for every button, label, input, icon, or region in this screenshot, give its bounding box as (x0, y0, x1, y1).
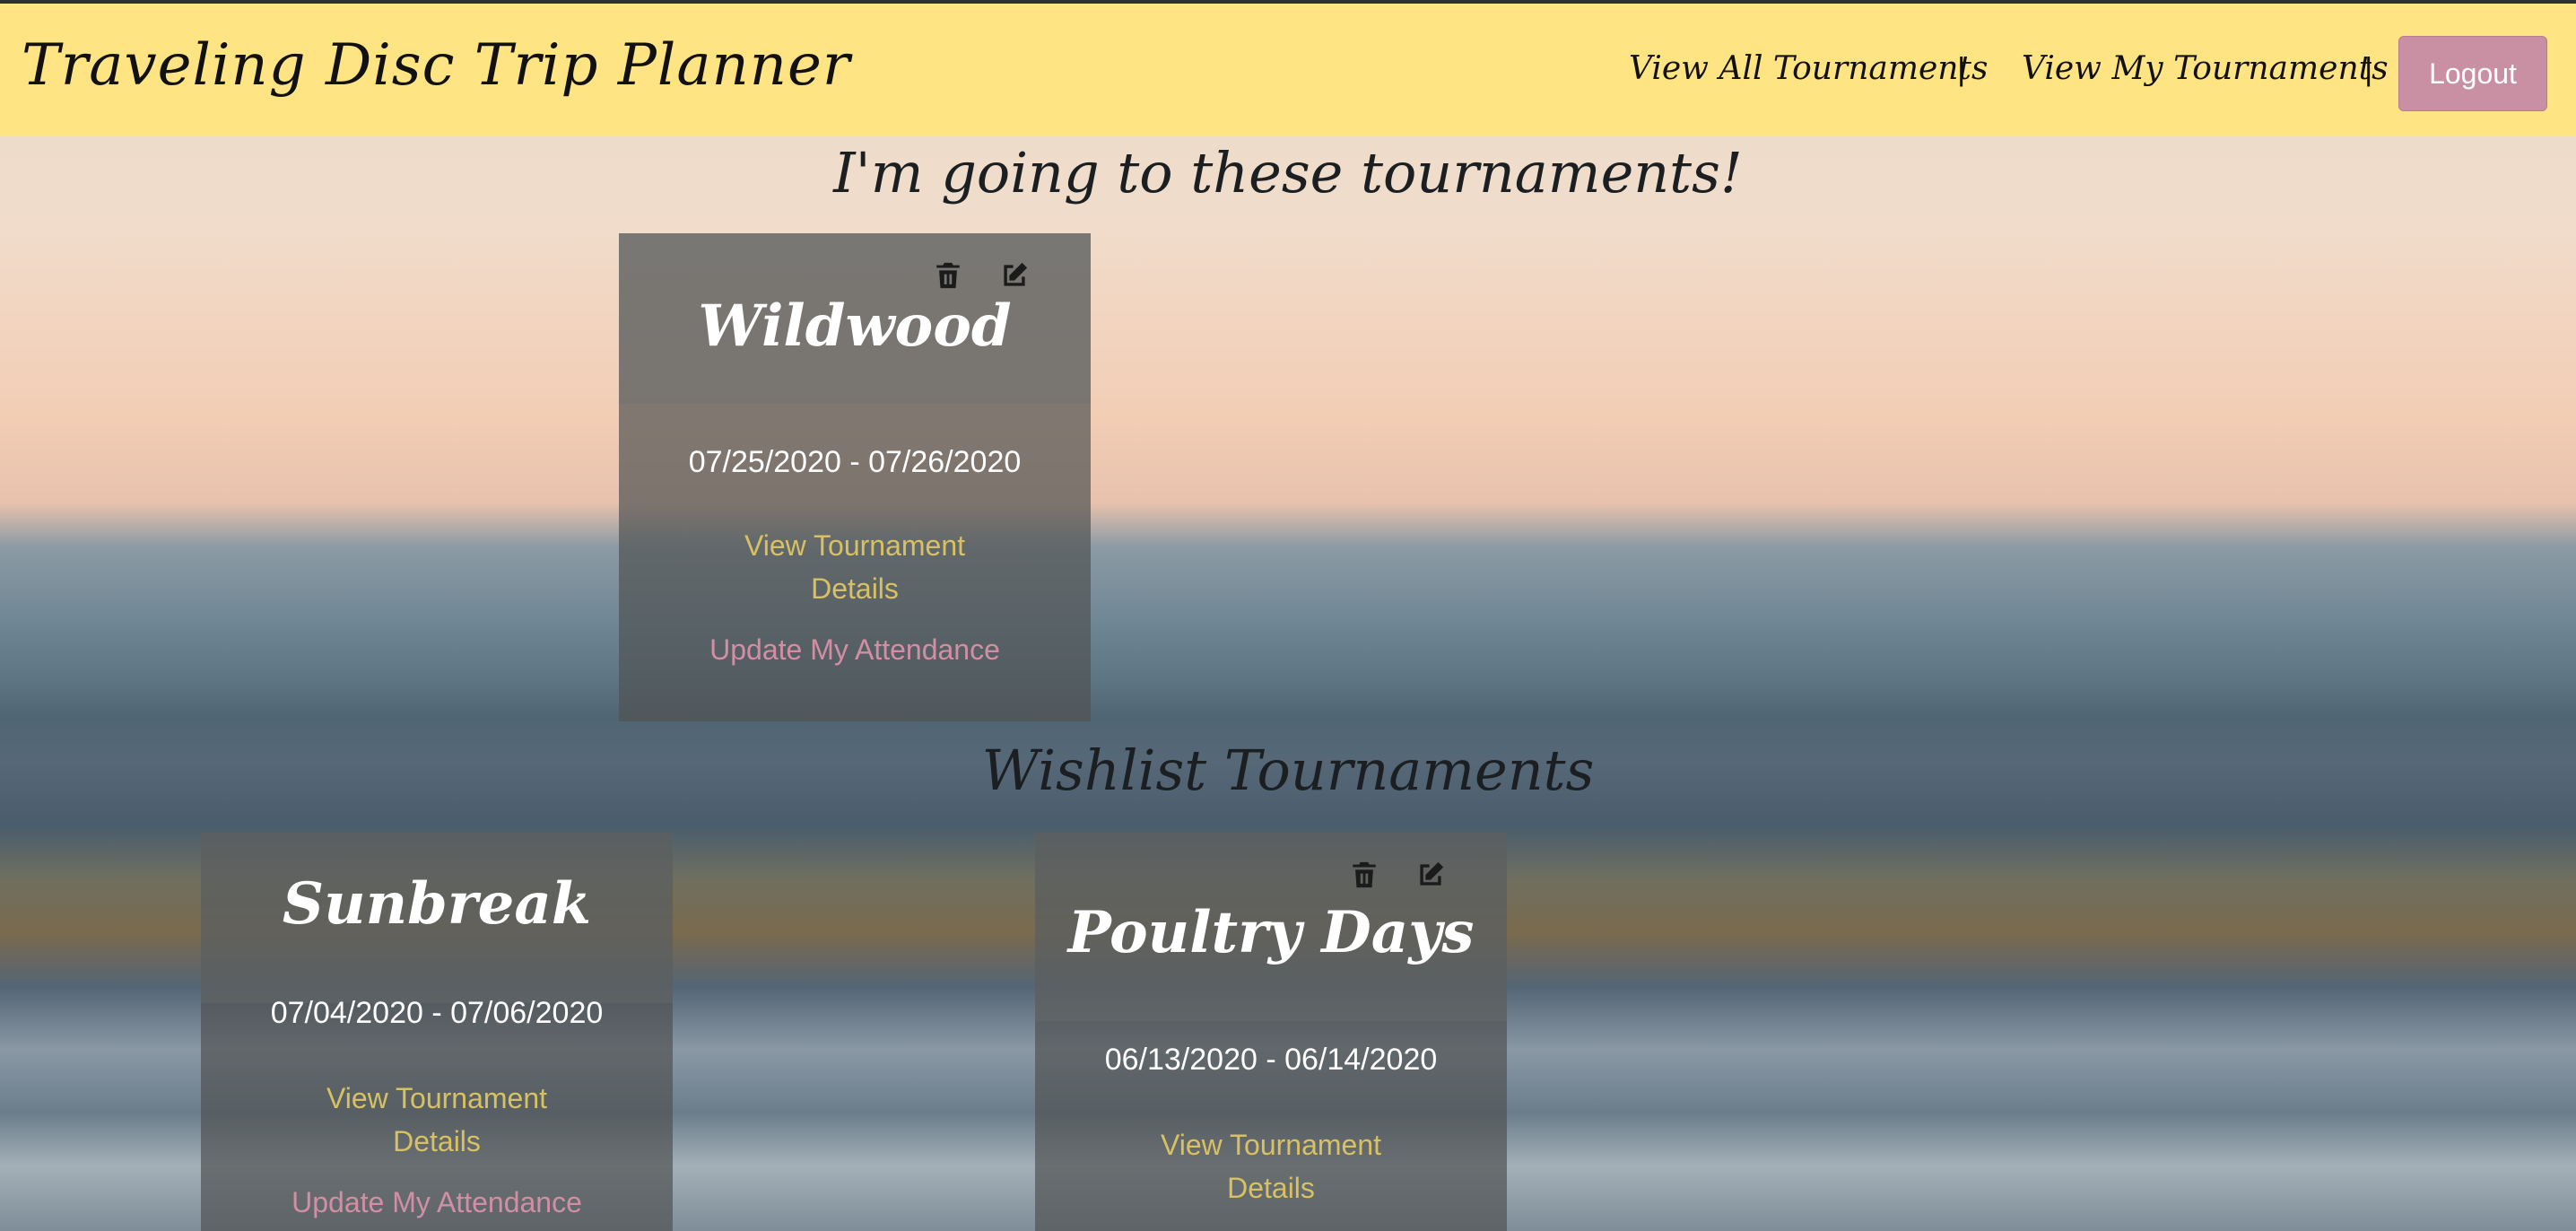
tournament-name: Sunbreak (282, 870, 592, 938)
tournament-name: Wildwood (698, 292, 1012, 360)
logout-button[interactable]: Logout (2398, 36, 2547, 111)
trash-icon[interactable] (933, 260, 963, 291)
view-tournament-details-link[interactable]: View Tournament Details (1136, 1123, 1405, 1209)
tournament-card-wildwood: Wildwood 07/25/2020 - 07/26/2020 View To… (619, 233, 1091, 721)
edit-icon[interactable] (1415, 860, 1446, 890)
card-header: Wildwood (619, 233, 1091, 404)
wishlist-section-title: Wishlist Tournaments (981, 738, 1595, 803)
update-attendance-link[interactable]: Update My Attendance (201, 1186, 673, 1219)
tournament-dates: 07/25/2020 - 07/26/2020 (688, 445, 1022, 479)
edit-icon[interactable] (999, 260, 1030, 291)
tournament-card-poultry-days: Poultry Days 06/13/2020 - 06/14/2020 Vie… (1035, 833, 1507, 1231)
card-actions (1349, 860, 1446, 890)
view-tournament-details-link[interactable]: View Tournament Details (302, 1077, 571, 1163)
view-tournament-details-link[interactable]: View Tournament Details (720, 524, 989, 610)
brand-title[interactable]: Traveling Disc Trip Planner (22, 32, 850, 99)
nav-view-all-tournaments[interactable]: View All Tournaments (1629, 50, 1988, 87)
attending-section-title: I'm going to these tournaments! (833, 140, 1743, 205)
card-header: Sunbreak (201, 833, 673, 1003)
top-navbar: Traveling Disc Trip Planner View All Tou… (0, 0, 2576, 136)
tournament-card-sunbreak: Sunbreak 07/04/2020 - 07/06/2020 View To… (201, 833, 673, 1231)
update-attendance-link[interactable]: Update My Attendance (619, 633, 1091, 667)
card-header: Poultry Days (1035, 833, 1507, 1021)
tournament-dates: 07/04/2020 - 07/06/2020 (270, 996, 604, 1030)
tournament-name: Poultry Days (1067, 899, 1475, 966)
trash-icon[interactable] (1349, 860, 1379, 890)
nav-separator: | (2364, 50, 2373, 87)
nav-view-my-tournaments[interactable]: View My Tournaments (2022, 50, 2389, 87)
nav-separator: | (1957, 50, 1966, 87)
card-actions (933, 260, 1030, 291)
tournament-dates: 06/13/2020 - 06/14/2020 (1104, 1043, 1438, 1077)
